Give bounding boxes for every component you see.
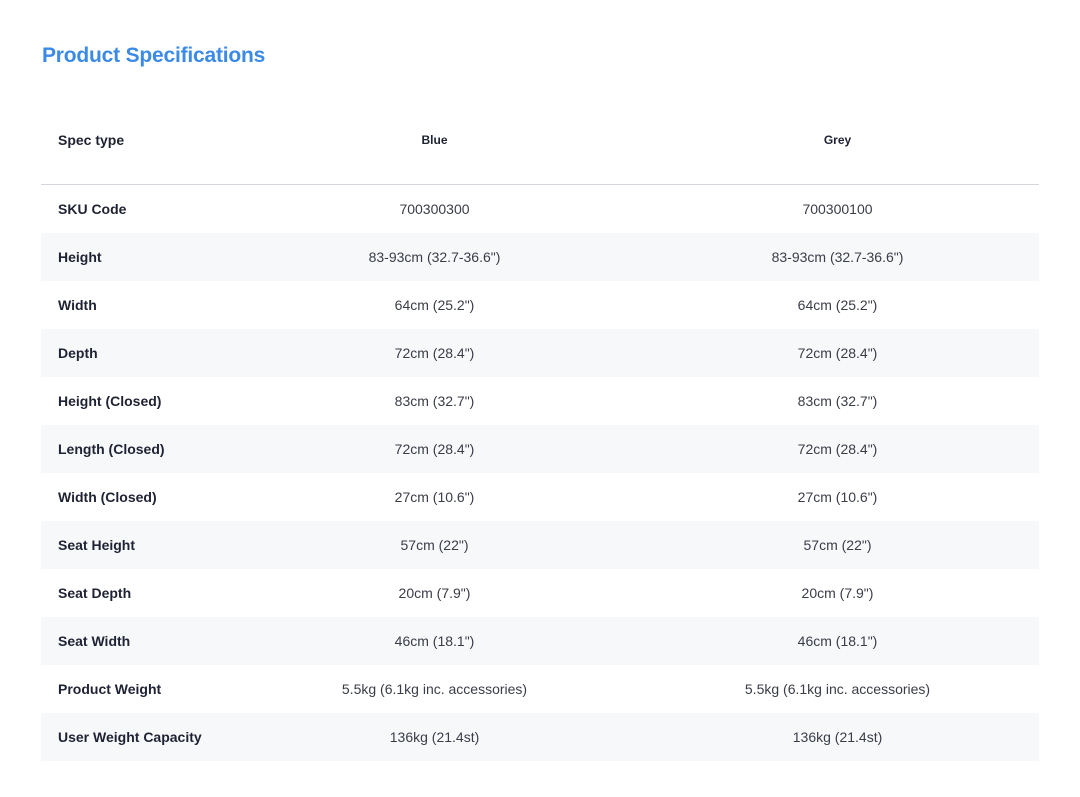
row-value-blue: 136kg (21.4st) [233, 713, 636, 761]
table-row: Product Weight 5.5kg (6.1kg inc. accesso… [41, 665, 1039, 713]
table-row: SKU Code 700300300 700300100 [41, 185, 1039, 234]
row-value-blue: 27cm (10.6") [394, 489, 475, 505]
row-label: Height [41, 233, 233, 281]
row-value-blue: 5.5kg (6.1kg inc. accessories) [341, 681, 528, 697]
row-label: Seat Height [41, 521, 233, 569]
row-value-blue: 64cm (25.2") [394, 297, 475, 313]
row-label: Seat Width [41, 617, 233, 665]
table-row: Height 83-93cm (32.7-36.6") 83-93cm (32.… [41, 233, 1039, 281]
row-label: Width [58, 297, 97, 313]
row-value-grey: 46cm (18.1") [636, 617, 1039, 665]
row-label: SKU Code [58, 201, 127, 217]
table-row: Width 64cm (25.2") 64cm (25.2") [41, 281, 1039, 329]
row-value-grey: 57cm (22") [636, 521, 1039, 569]
row-value-grey: 136kg (21.4st) [636, 713, 1039, 761]
header-grey: Grey [636, 96, 1039, 185]
row-value-grey: 27cm (10.6") [797, 489, 878, 505]
table-row: Seat Depth 20cm (7.9") 20cm (7.9") [41, 569, 1039, 617]
table-row: Width (Closed) 27cm (10.6") 27cm (10.6") [41, 473, 1039, 521]
row-value-grey: 700300100 [802, 201, 873, 217]
row-value-grey: 72cm (28.4") [636, 329, 1039, 377]
row-label: Length (Closed) [41, 425, 233, 473]
header-spec-type: Spec type [41, 96, 233, 185]
row-value-blue: 57cm (22") [233, 521, 636, 569]
row-value-grey: 5.5kg (6.1kg inc. accessories) [744, 681, 931, 697]
row-label: Height (Closed) [58, 393, 162, 409]
row-value-blue: 20cm (7.9") [398, 585, 471, 601]
page-title: Product Specifications [42, 44, 266, 67]
row-value-grey: 64cm (25.2") [797, 297, 878, 313]
row-label: User Weight Capacity [41, 713, 233, 761]
row-value-blue: 83cm (32.7") [394, 393, 475, 409]
row-value-blue: 700300300 [399, 201, 470, 217]
table-row: Seat Height 57cm (22") 57cm (22") [41, 521, 1039, 569]
row-value-grey: 72cm (28.4") [636, 425, 1039, 473]
row-value-grey: 83-93cm (32.7-36.6") [636, 233, 1039, 281]
table-row: Length (Closed) 72cm (28.4") 72cm (28.4"… [41, 425, 1039, 473]
spec-table-header: Spec type Blue Grey [41, 96, 1039, 185]
row-value-blue: 72cm (28.4") [233, 425, 636, 473]
row-label: Depth [41, 329, 233, 377]
row-value-grey: 83cm (32.7") [797, 393, 878, 409]
row-label: Width (Closed) [58, 489, 157, 505]
row-label: Seat Depth [58, 585, 132, 601]
row-label: Product Weight [58, 681, 162, 697]
table-row: Seat Width 46cm (18.1") 46cm (18.1") [41, 617, 1039, 665]
row-value-blue: 83-93cm (32.7-36.6") [233, 233, 636, 281]
row-value-blue: 46cm (18.1") [233, 617, 636, 665]
header-row: Spec type Blue Grey [41, 96, 1039, 185]
table-row: Depth 72cm (28.4") 72cm (28.4") [41, 329, 1039, 377]
row-value-blue: 72cm (28.4") [233, 329, 636, 377]
row-value-grey: 20cm (7.9") [801, 585, 874, 601]
spec-table: Spec type Blue Grey SKU Code 700300300 7… [41, 96, 1039, 761]
header-blue: Blue [233, 96, 636, 185]
table-row: Height (Closed) 83cm (32.7") 83cm (32.7"… [41, 377, 1039, 425]
table-row: User Weight Capacity 136kg (21.4st) 136k… [41, 713, 1039, 761]
spec-table-body: SKU Code 700300300 700300100 Height 83-9… [41, 185, 1039, 761]
